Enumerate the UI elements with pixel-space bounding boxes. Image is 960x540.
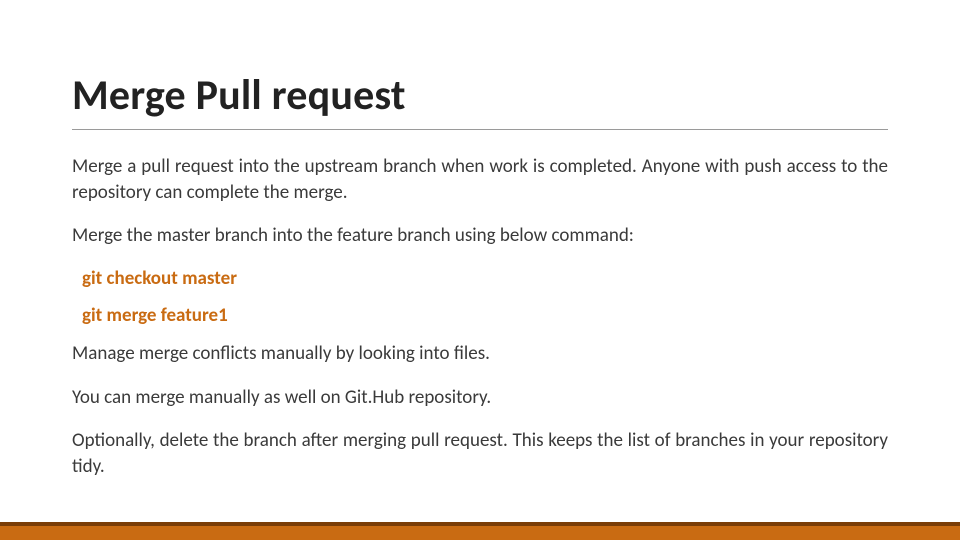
title-underline: [72, 129, 888, 130]
cleanup-paragraph: Optionally, delete the branch after merg…: [72, 428, 888, 479]
manual-merge-paragraph: You can merge manually as well on Git.Hu…: [72, 385, 888, 411]
command-merge: git merge feature1: [82, 304, 888, 327]
footer-accent-bar: [0, 526, 960, 540]
slide-title: Merge Pull request: [72, 70, 888, 121]
slide-content: Merge Pull request Merge a pull request …: [0, 0, 960, 479]
conflicts-paragraph: Manage merge conflicts manually by looki…: [72, 341, 888, 367]
instruction-paragraph: Merge the master branch into the feature…: [72, 223, 888, 249]
slide: Merge Pull request Merge a pull request …: [0, 0, 960, 540]
intro-paragraph: Merge a pull request into the upstream b…: [72, 154, 888, 205]
command-checkout: git checkout master: [82, 267, 888, 290]
